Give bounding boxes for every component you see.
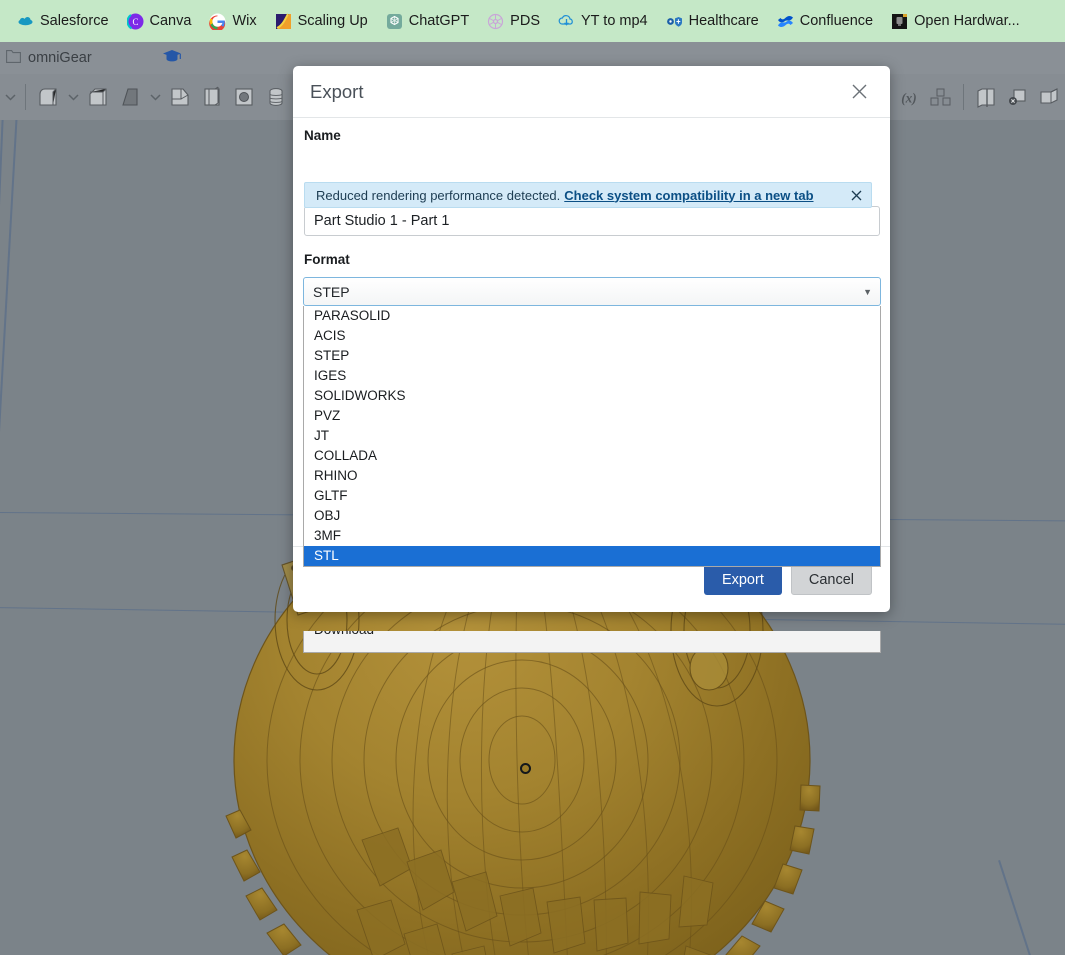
export-button[interactable]: Export <box>703 564 782 595</box>
delete-part-icon[interactable] <box>1003 78 1033 116</box>
bookmark-canva[interactable]: C Canva <box>118 10 201 33</box>
name-field-label: Name <box>304 128 341 143</box>
axis-line <box>998 860 1065 955</box>
bookmark-label: Open Hardwar... <box>914 13 1020 29</box>
chatgpt-icon <box>386 13 403 30</box>
dialog-header: Export <box>293 66 890 118</box>
svg-text:C: C <box>132 17 138 27</box>
screen-root: Salesforce C Canva Wix Scaling Up ChatGP… <box>0 0 1065 955</box>
chevron-down-icon[interactable] <box>2 78 18 116</box>
pattern-icon[interactable] <box>926 78 956 116</box>
bookmark-label: PDS <box>510 13 540 29</box>
format-select[interactable]: STEP ▼ <box>303 277 881 306</box>
dialog-body: Name Part Studio 1 - Part 1 Format STEP … <box>293 118 890 653</box>
bookmark-confluence[interactable]: Confluence <box>768 10 882 33</box>
origin-marker <box>520 763 531 774</box>
scaling-up-icon <box>275 13 292 30</box>
notification-link[interactable]: Check system compatibility in a new tab <box>564 188 813 203</box>
bookmark-wix[interactable]: Wix <box>200 10 265 33</box>
format-field-label: Format <box>304 252 350 267</box>
bookmark-healthcare[interactable]: Healthcare <box>657 10 768 33</box>
bookmark-pds[interactable]: PDS <box>478 10 549 33</box>
bookmark-scaling-up[interactable]: Scaling Up <box>266 10 377 33</box>
variable-icon[interactable]: (x) <box>894 78 924 116</box>
open-hardware-icon <box>891 13 908 30</box>
dropdown-option[interactable]: COLLADA <box>304 446 880 466</box>
axis-line <box>0 120 4 470</box>
document-tab-label: omniGear <box>28 50 92 66</box>
bookmark-label: Wix <box>232 13 257 29</box>
confluence-icon <box>777 13 794 30</box>
dropdown-option[interactable]: RHINO <box>304 466 880 486</box>
split-icon[interactable] <box>971 78 1001 116</box>
toolbar-divider <box>25 84 26 110</box>
bookmark-label: Healthcare <box>688 13 759 29</box>
chevron-down-icon: ▼ <box>863 286 872 297</box>
fillet-icon[interactable] <box>33 78 63 116</box>
dropdown-option[interactable]: OBJ <box>304 506 880 526</box>
close-icon[interactable] <box>846 79 872 105</box>
shell-icon[interactable] <box>165 78 195 116</box>
thicken-icon[interactable] <box>197 78 227 116</box>
export-dialog: Export Name Part Studio 1 - Part 1 Forma… <box>293 66 890 653</box>
dropdown-option[interactable]: 3MF <box>304 526 880 546</box>
folder-icon <box>6 49 21 67</box>
bookmark-label: YT to mp4 <box>581 13 648 29</box>
bookmark-label: Confluence <box>799 13 874 29</box>
thread-icon[interactable] <box>261 78 291 116</box>
dropdown-option-selected[interactable]: STL <box>304 546 880 566</box>
dropdown-option[interactable]: GLTF <box>304 486 880 506</box>
notification-text: Reduced rendering performance detected. <box>316 187 561 203</box>
chevron-down-icon[interactable] <box>147 78 163 116</box>
dropdown-option[interactable]: ACIS <box>304 326 880 346</box>
bookmark-label: ChatGPT <box>408 13 470 29</box>
dropdown-option[interactable]: PVZ <box>304 406 880 426</box>
occluded-option-label: Download <box>314 631 374 637</box>
format-select-value: STEP <box>313 283 350 300</box>
dropdown-option[interactable]: PARASOLID <box>304 306 880 326</box>
name-input[interactable]: Part Studio 1 - Part 1 <box>304 206 880 236</box>
chevron-down-icon[interactable] <box>65 78 81 116</box>
dropdown-option[interactable]: STEP <box>304 346 880 366</box>
bookmark-salesforce[interactable]: Salesforce <box>8 10 118 33</box>
pds-icon <box>487 13 504 30</box>
dropdown-option[interactable]: SOLIDWORKS <box>304 386 880 406</box>
format-dropdown-list[interactable]: PARASOLID ACIS STEP IGES SOLIDWORKS PVZ … <box>303 306 881 567</box>
dropdown-option[interactable]: JT <box>304 426 880 446</box>
close-icon[interactable] <box>847 186 865 204</box>
salesforce-cloud-icon <box>17 13 34 30</box>
google-g-icon <box>209 13 226 30</box>
draft-icon[interactable] <box>115 78 145 116</box>
cancel-button[interactable]: Cancel <box>790 564 872 595</box>
toolbar-divider <box>963 84 964 110</box>
bookmark-label: Scaling Up <box>297 13 368 29</box>
svg-text:(x): (x) <box>901 90 916 105</box>
graduation-cap-icon[interactable] <box>162 48 182 69</box>
healthcare-shield-icon <box>666 13 683 30</box>
occluded-option-row: Download <box>303 631 881 653</box>
bookmark-label: Canva <box>149 13 192 29</box>
chamfer-icon[interactable] <box>83 78 113 116</box>
performance-notification: Reduced rendering performance detected. … <box>304 182 872 208</box>
transform-icon[interactable] <box>1035 78 1065 116</box>
bookmark-label: Salesforce <box>40 13 109 29</box>
bookmark-chatgpt[interactable]: ChatGPT <box>377 10 478 33</box>
dropdown-option[interactable]: IGES <box>304 366 880 386</box>
download-cloud-icon <box>558 13 575 30</box>
hole-icon[interactable] <box>229 78 259 116</box>
document-tab[interactable]: omniGear <box>0 42 106 74</box>
canva-icon: C <box>126 12 144 30</box>
dialog-title: Export <box>310 80 364 102</box>
browser-bookmarks-bar: Salesforce C Canva Wix Scaling Up ChatGP… <box>0 0 1065 42</box>
bookmark-open-hardware[interactable]: Open Hardwar... <box>882 10 1029 33</box>
axis-line <box>0 120 18 510</box>
bookmark-yt-to-mp4[interactable]: YT to mp4 <box>549 10 657 33</box>
